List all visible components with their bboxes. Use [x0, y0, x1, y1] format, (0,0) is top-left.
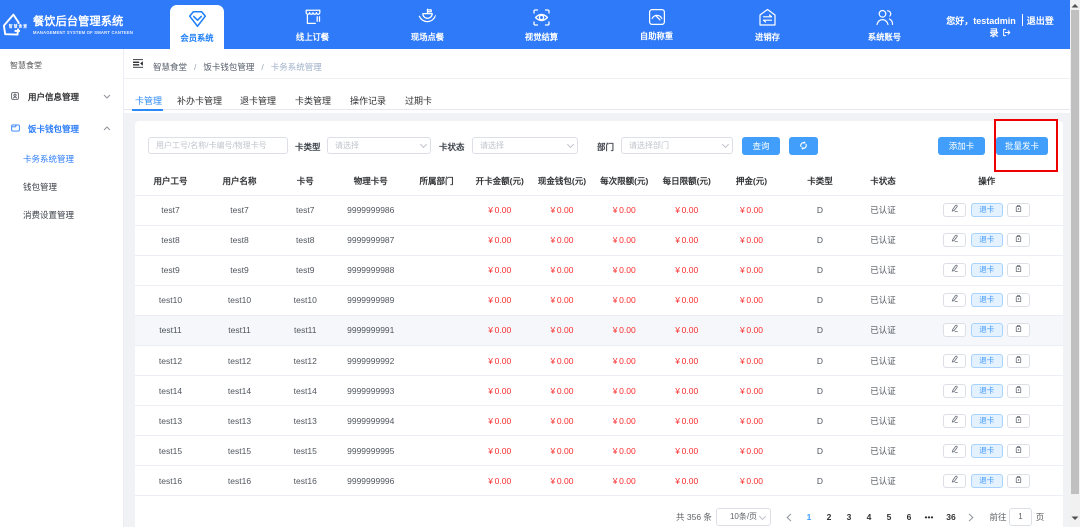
- svg-text:智慧食堂: 智慧食堂: [8, 24, 28, 29]
